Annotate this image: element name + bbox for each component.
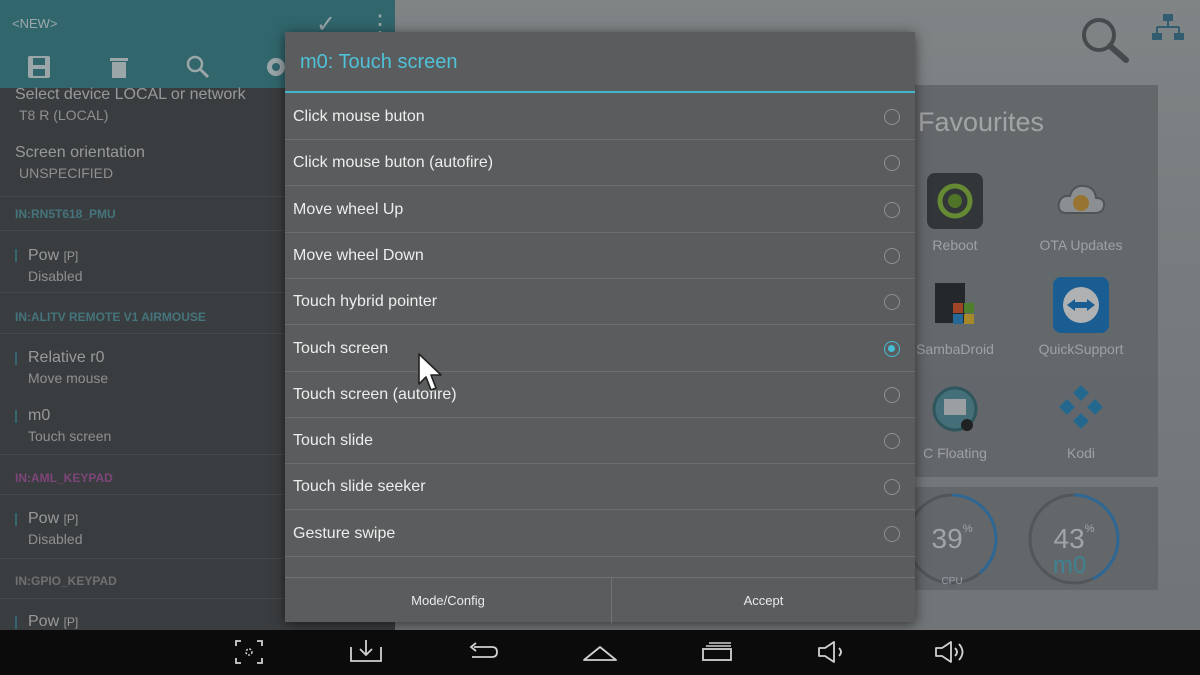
- recent-apps-icon[interactable]: [700, 637, 734, 667]
- mode-select-dialog: m0: Touch screen Click mouse buton Click…: [285, 32, 915, 623]
- radio-button[interactable]: [884, 201, 900, 218]
- dialog-button-bar: Mode/Config Accept: [285, 577, 915, 623]
- option-touch-screen[interactable]: Touch screen: [285, 326, 915, 372]
- option-label: Move wheel Down: [293, 246, 424, 264]
- option-label: Touch slide seeker: [293, 478, 426, 496]
- download-tray-icon[interactable]: [349, 637, 383, 667]
- dialog-title-divider: [285, 91, 915, 93]
- radio-button[interactable]: [884, 155, 900, 172]
- option-label: Gesture swipe: [293, 524, 396, 542]
- back-icon[interactable]: [466, 637, 500, 667]
- radio-button[interactable]: [884, 479, 900, 496]
- radio-button[interactable]: [884, 247, 900, 264]
- option-label: Touch slide: [293, 432, 374, 450]
- dialog-title: m0: Touch screen: [300, 51, 458, 73]
- option-label: Touch screen: [293, 339, 389, 357]
- option-move-wheel-up[interactable]: Move wheel Up: [285, 187, 915, 233]
- radio-button[interactable]: [884, 340, 900, 357]
- system-navigation-bar: [0, 630, 1200, 675]
- radio-button[interactable]: [884, 294, 900, 311]
- radio-button[interactable]: [884, 525, 900, 542]
- option-click-mouse-buton[interactable]: Click mouse buton: [285, 94, 915, 140]
- option-label: Click mouse buton: [293, 108, 425, 125]
- option-list[interactable]: Click mouse buton Click mouse buton (aut…: [285, 94, 915, 594]
- radio-button[interactable]: [884, 109, 900, 125]
- volume-down-icon[interactable]: [816, 637, 850, 667]
- option-touch-slide[interactable]: Touch slide: [285, 418, 915, 465]
- option-click-mouse-buton-autofire[interactable]: Click mouse buton (autofire): [285, 140, 915, 187]
- option-label: Move wheel Up: [293, 200, 404, 218]
- mode-config-button[interactable]: Mode/Config: [285, 578, 611, 623]
- option-label: Touch hybrid pointer: [293, 293, 438, 311]
- option-label: Click mouse buton (autofire): [293, 154, 494, 172]
- accept-button[interactable]: Accept: [612, 578, 915, 623]
- option-touch-hybrid-pointer[interactable]: Touch hybrid pointer: [285, 279, 915, 326]
- volume-up-icon[interactable]: [933, 637, 967, 667]
- home-icon[interactable]: [583, 637, 617, 667]
- screenshot-icon[interactable]: [232, 637, 266, 667]
- radio-button[interactable]: [884, 433, 900, 450]
- option-move-wheel-down[interactable]: Move wheel Down: [285, 233, 915, 279]
- option-touch-slide-seeker[interactable]: Touch slide seeker: [285, 464, 915, 511]
- radio-button[interactable]: [884, 386, 900, 403]
- option-touch-screen-autofire[interactable]: Touch screen (autofire): [285, 372, 915, 418]
- mouse-pointer-icon: [418, 353, 442, 391]
- option-gesture-swipe[interactable]: Gesture swipe: [285, 511, 915, 557]
